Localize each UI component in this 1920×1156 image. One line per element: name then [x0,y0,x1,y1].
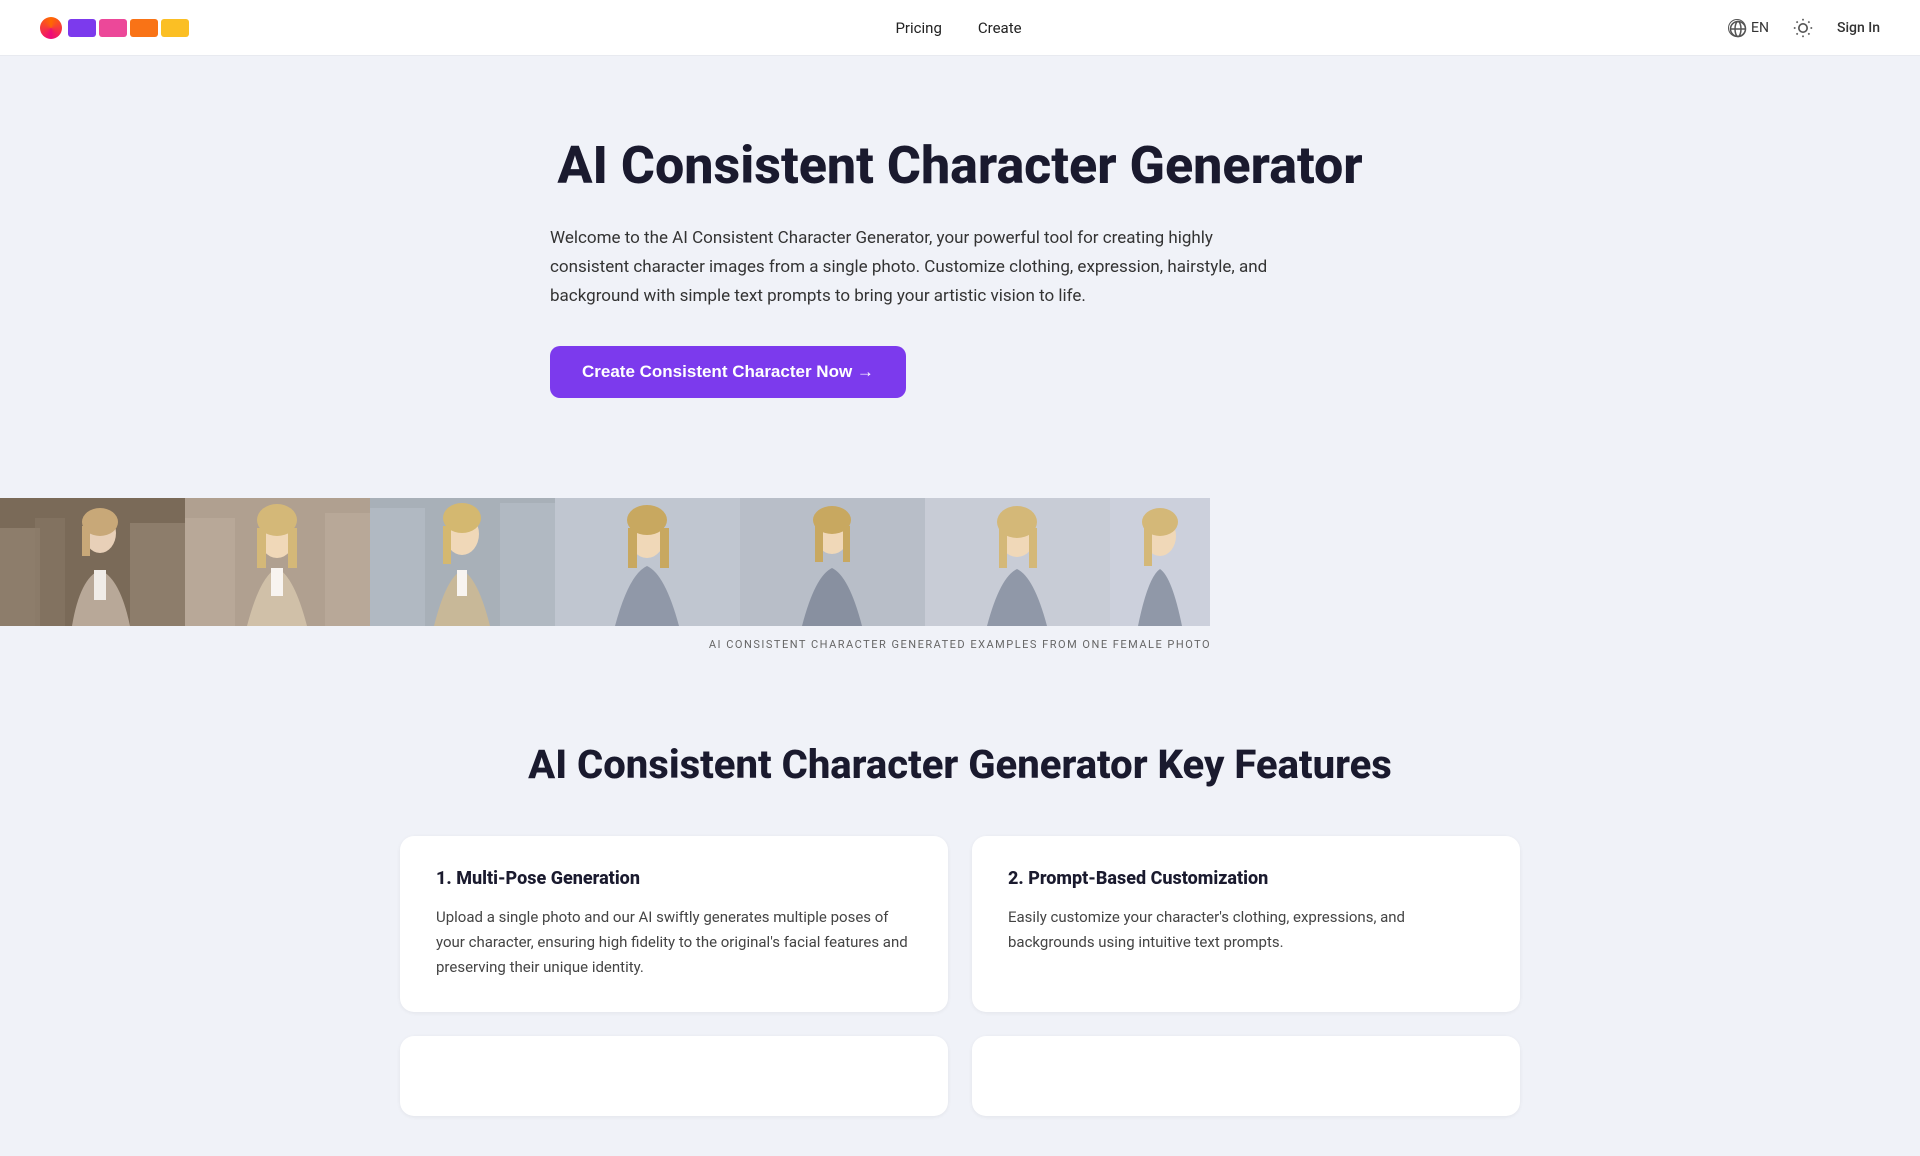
feature-card-4 [972,1036,1520,1116]
logo[interactable] [40,17,189,39]
feature-card-1-title: 1. Multi-Pose Generation [436,868,912,889]
globe-icon [1728,19,1746,37]
strip-caption: AI CONSISTENT CHARACTER GENERATED EXAMPL… [0,638,1920,651]
cta-button[interactable]: Create Consistent Character Now → [550,346,906,398]
logo-circle [40,17,62,39]
feature-card-2: 2. Prompt-Based Customization Easily cus… [972,836,1520,1011]
navbar: Pricing Create EN [0,0,1920,56]
logo-bars [68,19,189,37]
hero-description: Welcome to the AI Consistent Character G… [550,224,1270,311]
feature-card-2-title: 2. Prompt-Based Customization [1008,868,1484,889]
sign-in-button[interactable]: Sign In [1837,20,1880,36]
feature-card-1: 1. Multi-Pose Generation Upload a single… [400,836,948,1011]
character-image-6 [925,498,1110,626]
image-strip [0,498,1920,626]
language-selector[interactable]: EN [1728,19,1769,37]
nav-link-create[interactable]: Create [978,19,1022,37]
nav-link-pricing[interactable]: Pricing [895,19,941,37]
hero-title: AI Consistent Character Generator [550,136,1370,196]
logo-bar-purple [68,19,96,37]
character-image-1 [0,498,185,626]
image-strip-wrapper [0,498,1920,626]
features-title: AI Consistent Character Generator Key Fe… [400,741,1520,788]
logo-bar-pink [99,19,127,37]
features-grid: 1. Multi-Pose Generation Upload a single… [400,836,1520,1115]
character-image-7 [1110,498,1210,626]
theme-toggle[interactable] [1789,14,1817,42]
feature-card-2-desc: Easily customize your character's clothi… [1008,905,1484,955]
nav-right: EN Sign In [1728,14,1880,42]
feature-card-3 [400,1036,948,1116]
hero-section: AI Consistent Character Generator Welcom… [510,56,1410,438]
nav-center: Pricing Create [895,19,1021,37]
character-image-5 [740,498,925,626]
feature-card-1-desc: Upload a single photo and our AI swiftly… [436,905,912,979]
lang-label: EN [1751,20,1769,36]
character-image-3 [370,498,555,626]
logo-bar-orange [130,19,158,37]
character-image-4 [555,498,740,626]
features-section: AI Consistent Character Generator Key Fe… [360,701,1560,1155]
character-image-2 [185,498,370,626]
logo-bar-yellow [161,19,189,37]
